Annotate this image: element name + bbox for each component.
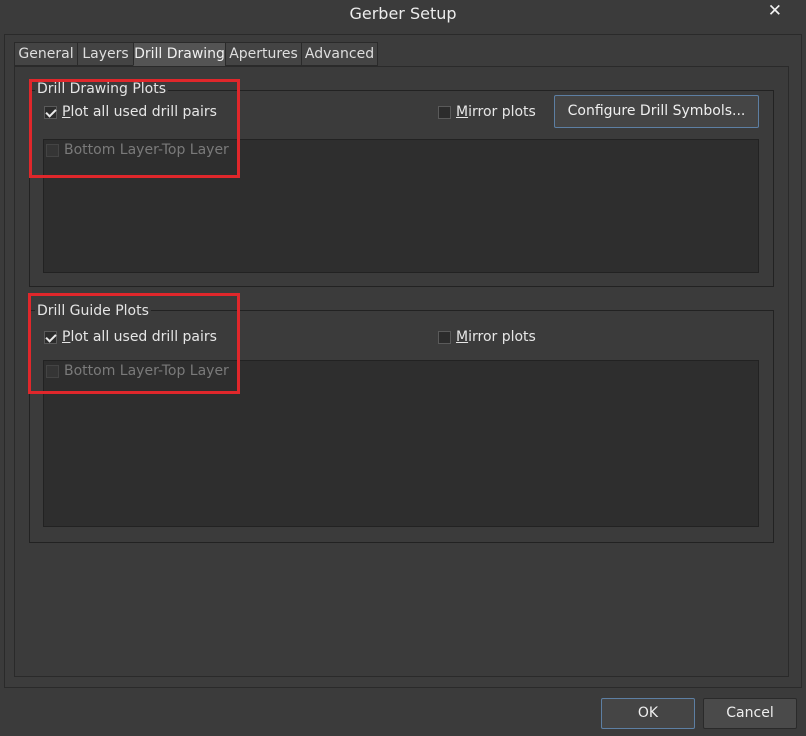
tab-general[interactable]: General bbox=[14, 42, 78, 66]
tab-advanced[interactable]: Advanced bbox=[301, 42, 378, 66]
tab-drill-drawing[interactable]: Drill Drawing bbox=[133, 42, 226, 66]
drill-guide-mirror-checkbox[interactable]: Mirror plots bbox=[438, 327, 536, 347]
ok-button[interactable]: OK bbox=[601, 698, 695, 729]
highlight-box bbox=[28, 293, 240, 394]
mirror-plots-label: Mirror plots bbox=[456, 104, 536, 120]
drill-drawing-mirror-checkbox[interactable]: Mirror plots bbox=[438, 102, 536, 122]
tab-layers[interactable]: Layers bbox=[77, 42, 134, 66]
title-bar: Gerber Setup ✕ bbox=[0, 0, 806, 30]
highlight-box bbox=[29, 79, 240, 178]
window-title: Gerber Setup bbox=[349, 4, 457, 23]
checkbox-box[interactable] bbox=[438, 105, 451, 119]
configure-drill-symbols-button[interactable]: Configure Drill Symbols... bbox=[554, 95, 759, 128]
tab-apertures[interactable]: Apertures bbox=[225, 42, 302, 66]
checkbox-box[interactable] bbox=[438, 330, 451, 344]
mirror-plots-label: Mirror plots bbox=[456, 329, 536, 345]
cancel-button[interactable]: Cancel bbox=[703, 698, 797, 729]
close-icon[interactable]: ✕ bbox=[768, 0, 782, 22]
